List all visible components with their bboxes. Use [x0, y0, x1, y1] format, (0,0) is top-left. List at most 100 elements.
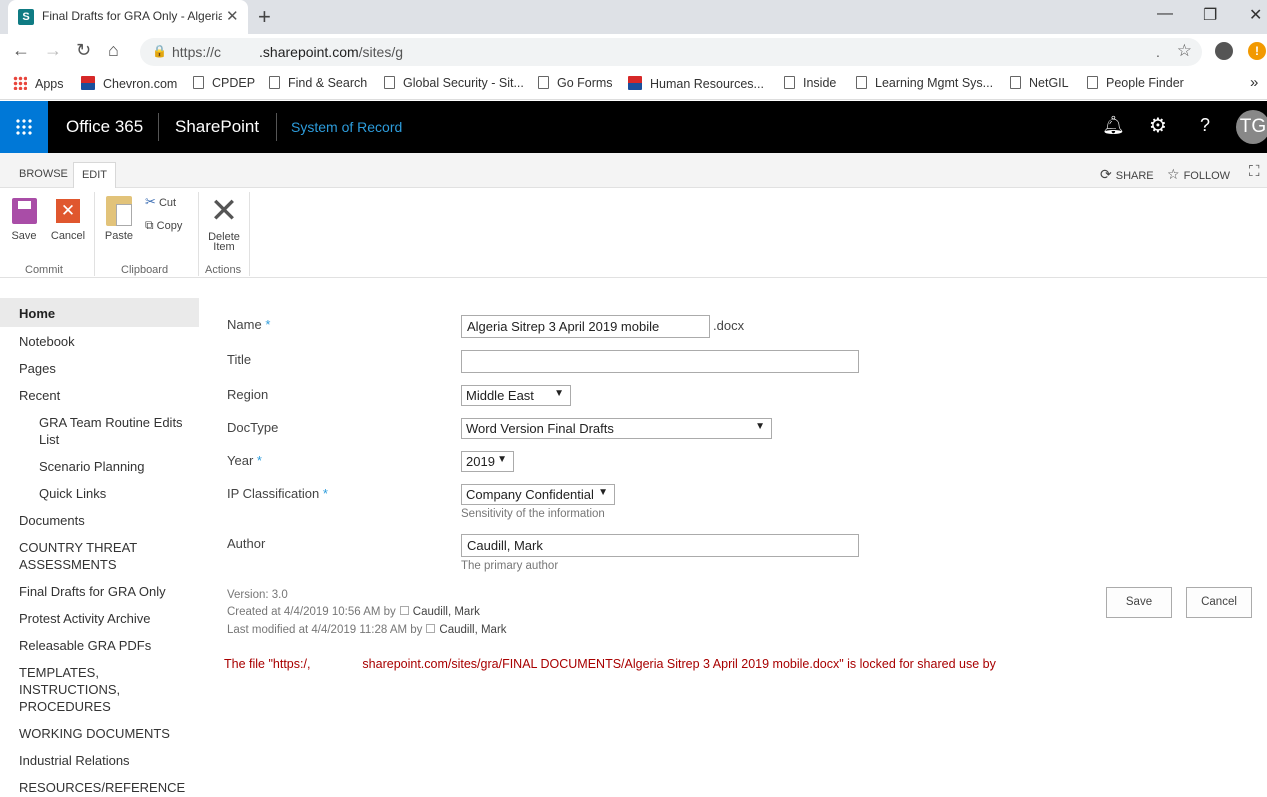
name-field[interactable]	[461, 315, 710, 338]
nav-working-documents[interactable]: WORKING DOCUMENTS	[19, 725, 170, 742]
bookmark-cpdep[interactable]: CPDEP	[193, 76, 255, 90]
nav-home[interactable]: Home	[19, 305, 55, 322]
address-bar[interactable]: 🔒 https://c .sharepoint.com/sites/g . ☆	[140, 38, 1202, 66]
alert-icon[interactable]: !	[1248, 42, 1266, 60]
group-divider	[249, 192, 250, 276]
nav-documents[interactable]: Documents	[19, 512, 85, 529]
paste-button[interactable]: Paste	[103, 196, 135, 242]
group-label-clipboard: Clipboard	[121, 264, 169, 276]
doctype-select[interactable]: Word Version Final Drafts ▼	[461, 418, 772, 439]
modified-by-link[interactable]: Caudill, Mark	[439, 624, 506, 636]
focus-mode-icon[interactable]: ⛶	[1249, 163, 1260, 180]
suite-divider	[276, 113, 277, 141]
file-extension: .docx	[713, 318, 745, 333]
bookmark-global-security[interactable]: Global Security - Sit...	[384, 76, 524, 90]
title-field[interactable]	[461, 350, 859, 373]
nav-country-threat[interactable]: COUNTRY THREAT ASSESSMENTS	[19, 539, 137, 573]
bookmark-apps[interactable]: Apps	[13, 76, 64, 91]
created-by-link[interactable]: Caudill, Mark	[413, 606, 480, 618]
bookmark-human-resources[interactable]: Human Resources...	[628, 76, 764, 91]
ip-classification-label: IP Classification *	[227, 486, 328, 501]
home-icon[interactable]: ⌂	[108, 40, 119, 61]
author-field[interactable]	[461, 534, 859, 557]
gear-icon[interactable]: ⚙	[1149, 113, 1167, 138]
cancel-icon: ✕	[56, 199, 80, 223]
nav-protest-archive[interactable]: Protest Activity Archive	[19, 610, 151, 627]
bookmark-learning[interactable]: Learning Mgmt Sys...	[856, 76, 993, 90]
restore-icon[interactable]: ❐	[1203, 5, 1217, 25]
ribbon-save-button[interactable]: Save	[8, 198, 40, 242]
bell-icon[interactable]: 🔔︎	[1102, 115, 1125, 136]
nav-quick-links[interactable]: Quick Links	[39, 485, 106, 502]
tab-edit[interactable]: EDIT	[73, 162, 116, 189]
url-dot: .	[1156, 44, 1160, 60]
apps-grid-icon	[13, 76, 27, 90]
site-title[interactable]: System of Record	[291, 119, 402, 135]
bookmark-chevron[interactable]: Chevron.com	[81, 76, 177, 91]
browser-toolbar: ← → ↻ ⌂ 🔒 https://c .sharepoint.com/sites…	[0, 34, 1267, 70]
nav-resources-reference[interactable]: RESOURCES/REFERENCE	[19, 779, 185, 796]
nav-notebook[interactable]: Notebook	[19, 333, 75, 350]
back-icon[interactable]: ←	[12, 40, 30, 61]
nav-templates[interactable]: TEMPLATES, INSTRUCTIONS, PROCEDURES	[19, 664, 120, 715]
file-locked-message: The file "https:/, sharepoint.com/sites/g…	[224, 657, 996, 671]
nav-recent[interactable]: Recent	[19, 387, 60, 404]
copy-icon: ⧉	[145, 218, 154, 232]
group-label-commit: Commit	[25, 264, 63, 276]
window-close-icon[interactable]: ✕	[1249, 5, 1262, 25]
cancel-button[interactable]: Cancel	[1186, 587, 1252, 618]
tab-browse[interactable]: BROWSE	[19, 168, 68, 180]
browser-tab[interactable]: S Final Drafts for GRA Only - Algeria Si…	[8, 0, 248, 34]
follow-button[interactable]: ☆ FOLLOW	[1167, 166, 1230, 183]
chevron-down-icon: ▼	[497, 454, 507, 465]
group-label-actions: Actions	[205, 264, 242, 276]
app-launcher-button[interactable]	[0, 101, 48, 153]
modified-text: Last modified at 4/4/2019 11:28 AM by Cau…	[227, 624, 507, 636]
delete-item-button[interactable]: ✕ Delete Item	[204, 194, 244, 253]
sharepoint-link[interactable]: SharePoint	[175, 117, 259, 137]
more-bookmarks-icon[interactable]: »	[1250, 74, 1258, 91]
year-select[interactable]: 2019 ▼	[461, 451, 514, 472]
minimize-icon[interactable]: —	[1157, 5, 1173, 23]
bookmark-find-search[interactable]: Find & Search	[269, 76, 367, 90]
nav-pages[interactable]: Pages	[19, 360, 56, 377]
title-label: Title	[227, 352, 252, 367]
created-text: Created at 4/4/2019 10:56 AM by Caudill, …	[227, 606, 480, 618]
suite-divider	[158, 113, 159, 141]
nav-gra-team-routine[interactable]: GRA Team Routine Edits List	[39, 414, 183, 448]
nav-industrial-relations[interactable]: Industrial Relations	[19, 752, 130, 769]
lock-icon: 🔒	[152, 44, 167, 58]
copy-button[interactable]: ⧉ Copy	[145, 218, 182, 233]
page-icon	[193, 76, 204, 89]
url-text: https://c .sharepoint.com/sites/g	[172, 44, 403, 60]
avatar[interactable]: TG	[1236, 110, 1267, 144]
profile-icon[interactable]	[1215, 42, 1233, 60]
nav-final-drafts[interactable]: Final Drafts for GRA Only	[19, 583, 166, 600]
star-icon: ☆	[1167, 166, 1180, 182]
save-button[interactable]: Save	[1106, 587, 1172, 618]
help-icon[interactable]: ?	[1200, 115, 1210, 136]
bookmark-people-finder[interactable]: People Finder	[1087, 76, 1184, 90]
share-button[interactable]: ⟳ SHARE	[1100, 166, 1154, 183]
nav-scenario-planning[interactable]: Scenario Planning	[39, 458, 145, 475]
close-tab-icon[interactable]: ✕	[226, 7, 239, 25]
bookmark-go-forms[interactable]: Go Forms	[538, 76, 613, 90]
page-icon	[784, 76, 795, 89]
page-icon	[1010, 76, 1021, 89]
bookmark-inside[interactable]: Inside	[784, 76, 836, 90]
reload-icon[interactable]: ↻	[76, 40, 91, 61]
bookmark-star-icon[interactable]: ☆	[1177, 41, 1192, 61]
share-icon: ⟳	[1100, 166, 1112, 182]
new-tab-icon[interactable]: +	[258, 4, 271, 30]
region-label: Region	[227, 387, 269, 402]
cut-button[interactable]: ✂ Cut	[145, 194, 176, 210]
paste-icon	[106, 196, 132, 226]
bookmark-netgil[interactable]: NetGIL	[1010, 76, 1069, 90]
region-select[interactable]: Middle East ▼	[461, 385, 571, 406]
nav-releasable-pdfs[interactable]: Releasable GRA PDFs	[19, 637, 151, 654]
ribbon-cancel-button[interactable]: ✕ Cancel	[50, 199, 86, 242]
ip-classification-select[interactable]: Company Confidential ▼	[461, 484, 615, 505]
forward-icon[interactable]: →	[44, 40, 62, 61]
author-hint: The primary author	[461, 560, 559, 572]
office365-link[interactable]: Office 365	[66, 117, 143, 137]
